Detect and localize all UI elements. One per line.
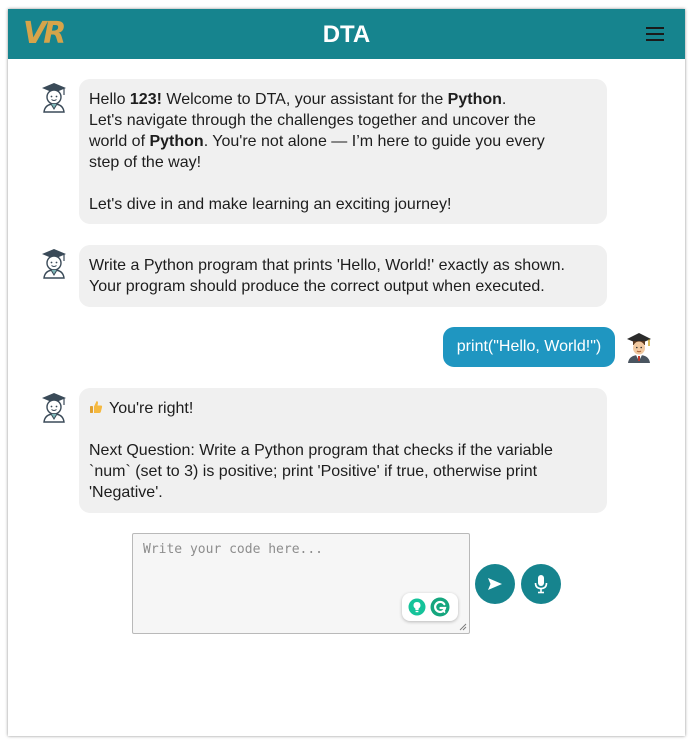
greeting-text: Hello: [89, 91, 130, 108]
graduate-student-icon: [627, 333, 651, 363]
graduate-bot-icon: [42, 249, 66, 279]
resize-handle-icon[interactable]: [459, 623, 467, 631]
graduate-bot-icon: [42, 393, 66, 423]
period-text: .: [501, 91, 507, 108]
welcome-line-1: Hello 123! Welcome to DTA, your assistan…: [89, 89, 597, 110]
microphone-icon: [534, 575, 548, 594]
menu-bar-line: [646, 33, 664, 35]
feedback-line: You're right!: [89, 398, 597, 419]
task-line-1: Write a Python program that prints 'Hell…: [89, 257, 565, 274]
subject-text: Python: [447, 91, 502, 108]
username-text: 123!: [129, 91, 162, 108]
user-message-code: print("Hello, World!"): [443, 327, 615, 367]
send-button[interactable]: [475, 564, 515, 604]
top-bar: VR DTA: [8, 9, 685, 59]
welcome-line-3a: world of: [89, 133, 150, 150]
thumbs-up-icon: [90, 401, 103, 413]
welcome-line-4: step of the way!: [89, 154, 202, 171]
grammarly-g-icon[interactable]: [430, 597, 450, 617]
hamburger-menu-icon[interactable]: [646, 27, 664, 41]
welcome-line-2: Let's navigate through the challenges to…: [89, 112, 536, 129]
welcome-text: Welcome to DTA, your assistant for the: [161, 91, 448, 108]
task-line-2: Your program should produce the correct …: [89, 278, 545, 295]
send-arrow-icon: [488, 578, 502, 590]
microphone-button[interactable]: [521, 564, 561, 604]
welcome-line-3b: . You're not alone — I’m here to guide y…: [203, 133, 545, 150]
app-title: DTA: [322, 21, 371, 48]
feedback-text: You're right!: [109, 400, 194, 417]
bot-message-feedback: You're right! Next Question: Write a Pyt…: [79, 388, 607, 513]
question-line-1: Next Question: Write a Python program th…: [89, 442, 553, 459]
lightbulb-suggestion-icon[interactable]: [408, 598, 426, 616]
bot-message-task: Write a Python program that prints 'Hell…: [79, 245, 607, 307]
bot-message-welcome: Hello 123! Welcome to DTA, your assistan…: [79, 79, 607, 224]
subject-text: Python: [149, 133, 204, 150]
menu-bar-line: [646, 39, 664, 41]
welcome-line-3: world of Python. You're not alone — I’m …: [89, 131, 597, 152]
grammarly-widget[interactable]: [402, 593, 458, 621]
graduate-bot-icon: [42, 83, 66, 113]
app-window: VR DTA Hello 123! Welcome to DTA, your a…: [8, 9, 685, 736]
code-input-box: [132, 533, 470, 634]
question-line-3: 'Negative'.: [89, 484, 163, 501]
welcome-line-5: Let's dive in and make learning an excit…: [89, 196, 452, 213]
question-line-2: `num` (set to 3) is positive; print 'Pos…: [89, 463, 538, 480]
menu-bar-line: [646, 27, 664, 29]
